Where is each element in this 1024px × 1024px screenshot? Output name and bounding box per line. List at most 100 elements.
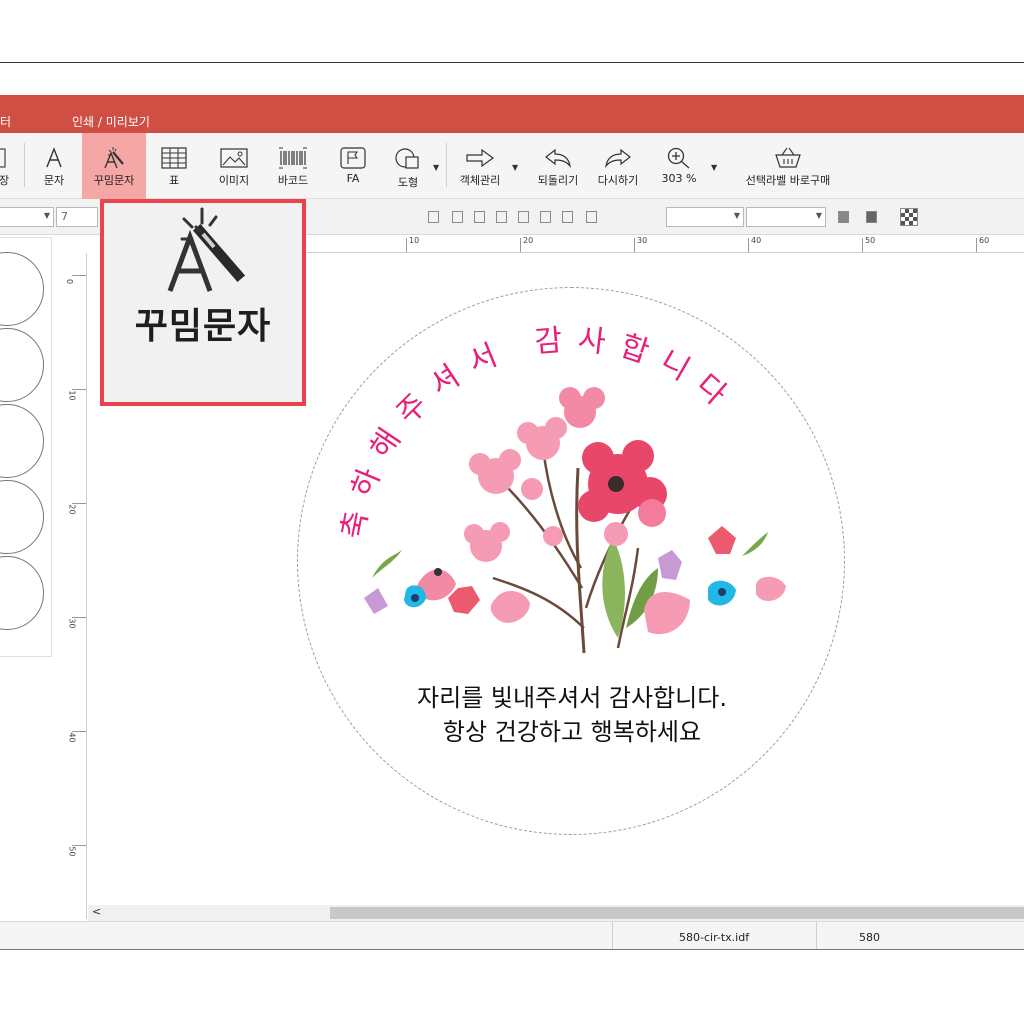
line-width-select[interactable]: ▼ — [746, 207, 826, 227]
toolbar-partial-label: 장 — [0, 172, 9, 188]
shape-dropdown-caret[interactable]: ▼ — [433, 163, 439, 172]
barcode-icon — [279, 147, 307, 169]
zoom-dropdown-caret[interactable]: ▼ — [711, 163, 717, 172]
object-manage-button-label: 객체관리 — [459, 174, 501, 187]
align-icon[interactable] — [452, 211, 463, 223]
ruler-label: 20 — [523, 236, 534, 245]
text-button[interactable]: 문자 — [36, 133, 72, 199]
deco-text-callout: 꾸밈문자 — [100, 199, 306, 406]
toolbar-partial-button[interactable]: 장 — [0, 133, 14, 199]
buy-label-button[interactable]: 선택라벨 바로구매 — [732, 133, 844, 199]
toolbar-separator — [446, 143, 447, 187]
deco-text-button-label: 꾸밈문자 — [93, 174, 135, 187]
left-ruler: 0 10 20 30 40 50 — [65, 253, 87, 919]
label-thumbnail[interactable] — [0, 404, 44, 478]
zoom-level: 303 % — [661, 172, 697, 185]
shape-button-label: 도형 — [397, 176, 419, 189]
barcode-button[interactable]: 바코드 — [268, 133, 318, 199]
ruler-tick — [406, 238, 407, 252]
font-size-value: 7 — [61, 210, 68, 223]
message-line-2[interactable]: 항상 건강하고 행복하세요 — [298, 712, 846, 747]
flag-icon — [340, 147, 366, 169]
flower-bouquet-illustration — [364, 387, 786, 654]
table-button[interactable]: 표 — [154, 133, 194, 199]
redo-icon — [605, 148, 631, 169]
table-icon — [161, 147, 187, 169]
redo-button-label: 다시하기 — [597, 174, 639, 187]
label-thumbnail[interactable] — [0, 556, 44, 630]
ruler-label: 50 — [865, 236, 876, 245]
align-icon[interactable] — [540, 211, 551, 223]
label-thumbnail-panel — [0, 237, 52, 657]
shape-icon — [395, 148, 419, 169]
ruler-label: 60 — [979, 236, 990, 245]
object-manage-button[interactable]: 객체관리 — [452, 133, 508, 199]
status-file-name: 580-cir-tx.idf — [612, 922, 816, 949]
table-button-label: 표 — [168, 174, 180, 187]
redo-button[interactable]: 다시하기 — [590, 133, 646, 199]
toolbar-separator — [24, 143, 25, 187]
align-icon[interactable] — [496, 211, 507, 223]
main-toolbar: 장 문자 꾸밈문자 표 이미지 바코드 — [0, 133, 1024, 199]
ruler-label: 40 — [751, 236, 762, 245]
partial-icon — [0, 148, 6, 168]
zoom-in-icon — [667, 147, 690, 169]
align-icon[interactable] — [518, 211, 529, 223]
ruler-label: 10 — [409, 236, 420, 245]
text-button-label: 문자 — [43, 174, 65, 187]
fa-button[interactable]: FA — [334, 133, 372, 199]
transparency-icon[interactable] — [900, 208, 918, 226]
buy-label-button-label: 선택라벨 바로구매 — [745, 174, 831, 187]
scroll-left-icon[interactable]: < — [92, 905, 101, 918]
menu-bar: 터 인쇄 / 미리보기 — [0, 95, 1024, 133]
align-icon[interactable] — [586, 211, 597, 223]
ruler-tick — [748, 238, 749, 252]
align-icon[interactable] — [428, 211, 439, 223]
circle-sticker-label[interactable]: 축하해주셔서 감사합니다 자리를 빛내주셔서 감사합니다. 항상 건강하고 행복… — [297, 287, 845, 835]
barcode-button-label: 바코드 — [277, 174, 309, 187]
fill-color-icon[interactable] — [838, 211, 849, 223]
ruler-tick — [862, 238, 863, 252]
menu-item-partial[interactable]: 터 — [0, 113, 11, 130]
status-label-number: 580 — [816, 922, 920, 949]
arc-text[interactable]: 축하해주셔서 감사합니다 — [298, 288, 846, 836]
ruler-tick — [72, 275, 86, 276]
ruler-label: 30 — [67, 618, 77, 629]
font-name-select[interactable]: ▼ — [0, 207, 54, 227]
magic-wand-text-icon — [167, 207, 246, 292]
image-button[interactable]: 이미지 — [208, 133, 260, 199]
ruler-label: 20 — [67, 504, 77, 515]
font-size-select[interactable]: 7 — [56, 207, 98, 227]
ruler-tick — [634, 238, 635, 252]
line-color-icon[interactable] — [866, 211, 877, 223]
ruler-label: 0 — [65, 278, 75, 285]
magic-wand-text-icon — [104, 147, 124, 169]
deco-text-button[interactable]: 꾸밈문자 — [82, 133, 146, 199]
fa-button-label: FA — [346, 172, 360, 185]
undo-button[interactable]: 되돌리기 — [530, 133, 586, 199]
ruler-label: 10 — [67, 390, 77, 401]
scroll-thumb[interactable] — [330, 907, 1024, 919]
label-thumbnail[interactable] — [0, 480, 44, 554]
zoom-button[interactable]: 303 % — [654, 133, 704, 199]
horizontal-scrollbar[interactable]: < — [88, 905, 1024, 921]
image-button-label: 이미지 — [218, 174, 250, 187]
label-thumbnail[interactable] — [0, 252, 44, 326]
ruler-label: 40 — [67, 732, 77, 743]
top-ruler: 10 20 30 40 50 60 — [300, 235, 1024, 253]
status-bar: 580-cir-tx.idf 580 — [0, 921, 1024, 949]
label-thumbnail[interactable] — [0, 328, 44, 402]
image-icon — [220, 148, 248, 168]
menu-item-print-preview[interactable]: 인쇄 / 미리보기 — [72, 113, 150, 130]
align-icon[interactable] — [474, 211, 485, 223]
ruler-tick — [976, 238, 977, 252]
letter-a-icon — [46, 147, 62, 168]
shape-button[interactable]: 도형 — [388, 133, 428, 199]
ruler-label: 50 — [67, 846, 77, 857]
line-style-select[interactable]: ▼ — [666, 207, 744, 227]
message-line-1[interactable]: 자리를 빛내주셔서 감사합니다. — [298, 678, 846, 713]
ruler-label: 30 — [637, 236, 648, 245]
align-icon[interactable] — [562, 211, 573, 223]
object-manage-dropdown-caret[interactable]: ▼ — [512, 163, 518, 172]
undo-icon — [545, 148, 571, 169]
